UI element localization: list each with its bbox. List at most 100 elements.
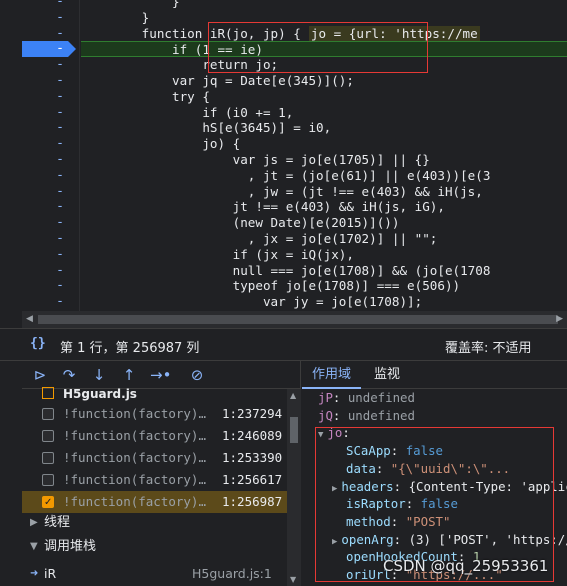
code-text: if (i0 += 1, [81,105,294,120]
call-frame[interactable]: !function(factory)… 1:237294 [22,403,287,425]
code-line[interactable]: (new Date)[e(2015)]()) [81,215,567,231]
code-line[interactable]: null === jo[e(1708)] && (jo[e(1708 [81,263,567,279]
call-frame[interactable]: !function(factory)… 1:253390 [22,447,287,469]
expand-triangle-icon: ▶ [30,517,38,528]
frame-location: 1:246089 [222,428,283,443]
frame-file-header: H5guard.js [22,387,287,403]
annotation-box-function [208,22,428,73]
code-text: var jy = jo[e(1708)]; [81,294,423,309]
frame-checkbox-icon[interactable] [42,492,54,514]
code-line[interactable]: typeof jo[e(1708)] === e(506)) [81,278,567,294]
code-line[interactable]: } [81,0,567,10]
editor-status-bar: {} 第 1 行，第 256987 列 覆盖率: 不适用 [0,328,567,361]
code-text: typeof jo[e(1708)] === e(506)) [81,278,461,293]
frame-function-text: !function(factory)… [63,406,206,421]
code-text: null === jo[e(1708)] && (jo[e(1708 [81,263,491,278]
code-line[interactable]: try { [81,89,567,105]
gutter-line-marker[interactable]: - [0,152,80,168]
gutter-line-marker[interactable]: - [0,10,80,26]
code-editor[interactable]: -------------------- } } function iR(jo,… [0,0,567,311]
gutter-line-marker[interactable]: - [0,26,80,42]
code-text: (new Date)[e(2015)]()) [81,215,400,230]
debugger-sidebar: ⊳ ↷ ↓ ↑ →• ⊘ H5guard.js !function(factor… [22,361,301,586]
pretty-print-icon[interactable]: {} [30,336,46,351]
frame-checkbox-icon[interactable] [42,408,54,420]
code-text: var jq = Date[e(345)](); [81,73,354,88]
gutter-line-marker[interactable]: - [0,294,80,310]
code-text: , jt = (jo[e(61)] || e(403))[e(3 [81,168,491,183]
code-line[interactable]: jo) { [81,136,567,152]
scope-property[interactable]: jP: undefined [318,389,415,407]
scope-property[interactable]: jQ: undefined [318,407,415,425]
gutter-line-marker[interactable]: - [0,184,80,200]
gutter-line-marker[interactable]: - [0,215,80,231]
code-line[interactable]: , jx = jo[e(1702)] || ""; [81,231,567,247]
code-line[interactable]: var jq = Date[e(345)](); [81,73,567,89]
gutter-line-marker[interactable]: - [0,73,80,89]
code-text: jt !== e(403) && iH(js, iG), [81,199,445,214]
code-line[interactable]: hS[e(3645)] = i0, [81,120,567,136]
code-line[interactable]: var js = jo[e(1705)] || {} [81,152,567,168]
resume-icon[interactable]: ⊳ [30,365,50,385]
gutter-line-marker[interactable]: - [0,231,80,247]
step-out-icon[interactable]: ↑ [119,365,139,385]
code-text: } [81,0,180,9]
property-value: undefined [347,407,415,423]
tab-watch[interactable]: 监视 [364,361,410,389]
frame-checkbox-icon[interactable] [42,452,54,464]
code-line[interactable]: if (jx = iQ(jx), [81,247,567,263]
threads-section[interactable]: ▶ 线程 [22,512,287,534]
deactivate-breakpoints-icon[interactable]: ⊘ [187,365,207,385]
property-separator: : [332,407,348,423]
code-text: jo) { [81,136,241,151]
frame-location: 1:256617 [222,472,283,487]
call-frame-selected[interactable]: !function(factory)… 1:256987 [22,491,287,514]
gutter-line-marker[interactable]: - [0,89,80,105]
callstack-item[interactable]: ➜ iR H5guard.js:1 [22,563,287,585]
frames-scrollbar[interactable]: ▲ ▼ [287,389,301,586]
call-frame[interactable]: !function(factory)… 1:256617 [22,469,287,491]
scroll-down-icon[interactable]: ▼ [290,575,296,584]
coverage-status: 覆盖率: 不适用 [445,341,532,356]
gutter-line-marker[interactable]: - [0,263,80,279]
line-gutter[interactable]: -------------------- [0,0,80,311]
gutter-line-marker[interactable]: - [0,105,80,121]
horizontal-scrollbar[interactable]: ◀ ▶ [22,311,567,328]
gutter-line-marker[interactable]: - [0,199,80,215]
frame-function-text: !function(factory)… [63,472,206,487]
code-line[interactable]: , jt = (jo[e(61)] || e(403))[e(3 [81,168,567,184]
step-icon[interactable]: →• [150,365,171,385]
code-line[interactable]: if (i0 += 1, [81,105,567,121]
code-text: var js = jo[e(1705)] || {} [81,152,430,167]
step-into-icon[interactable]: ↓ [89,365,109,385]
gutter-line-marker[interactable]: - [0,120,80,136]
scrollbar-thumb[interactable] [38,315,558,324]
gutter-line-marker[interactable]: - [0,57,80,73]
call-frame[interactable]: !function(factory)… 1:246089 [22,425,287,447]
frames-scrollbar-thumb[interactable] [290,417,298,443]
code-text: , jw = (jt !== e(403) && iH(js, [81,184,483,199]
breakpoint-marker[interactable]: - [22,41,76,57]
callstack-file-location: H5guard.js:1 [192,566,272,581]
code-line[interactable]: var jy = jo[e(1708)]; [81,294,567,310]
gutter-line-marker[interactable]: - [0,278,80,294]
tab-scope[interactable]: 作用域 [302,361,362,389]
file-icon [42,387,54,399]
scroll-left-icon[interactable]: ◀ [26,314,33,324]
frame-checkbox-icon[interactable] [42,430,54,442]
code-text: try { [81,89,210,104]
code-line[interactable]: , jw = (jt !== e(403) && iH(js, [81,184,567,200]
property-value: undefined [347,390,415,405]
frame-checkbox-icon[interactable] [42,474,54,486]
gutter-line-marker[interactable]: - [0,168,80,184]
gutter-line-marker[interactable]: - [0,136,80,152]
scroll-up-icon[interactable]: ▲ [290,391,296,400]
property-key: jP [318,390,333,405]
callstack-section[interactable]: ▼ 调用堆栈 [22,536,287,558]
gutter-line-marker[interactable]: - [0,247,80,263]
scroll-right-icon[interactable]: ▶ [556,314,563,324]
gutter-line-marker[interactable]: - [0,0,80,10]
code-line[interactable]: jt !== e(403) && iH(js, iG), [81,199,567,215]
step-over-icon[interactable]: ↷ [59,365,79,385]
watermark: CSDN @qq_25953361 [383,557,549,575]
